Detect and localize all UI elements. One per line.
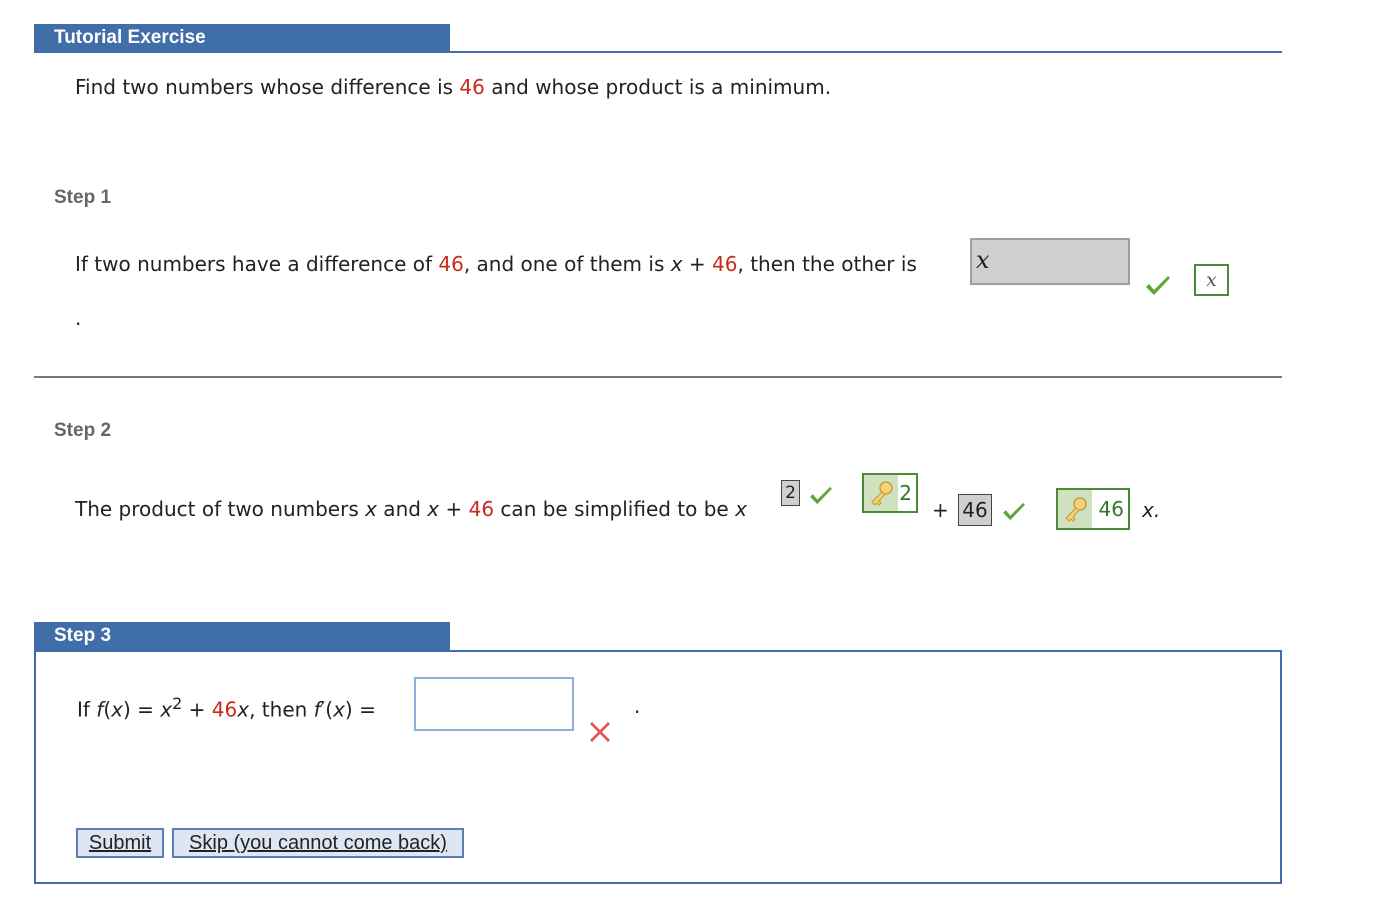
step1-number-1: 46 — [438, 252, 464, 276]
step3-period: . — [634, 694, 641, 718]
problem-statement: Find two numbers whose difference is 46 … — [75, 74, 831, 100]
step1-question: If two numbers have a difference of 46, … — [75, 251, 917, 277]
answer-key-value: 2 — [899, 481, 912, 505]
step3-exponent: 2 — [172, 694, 183, 713]
step3-label: Step 3 — [54, 625, 112, 646]
step3-text-7: ) = — [344, 697, 376, 722]
step3-text-6: ′( — [320, 697, 334, 722]
derivative-answer-input[interactable] — [414, 677, 574, 731]
answer-key-box[interactable]: 2 — [862, 473, 918, 513]
step3-var-4: x — [333, 697, 345, 722]
step2-var-2: x — [427, 497, 440, 521]
problem-text-1: Find two numbers whose difference is — [75, 75, 460, 99]
step2-number: 46 — [468, 497, 495, 521]
step2-var-1: x — [365, 497, 377, 521]
step3-text-1: If — [77, 697, 97, 722]
math-preview-button[interactable]: x — [1194, 264, 1229, 296]
coefficient-answer-value: 46 — [962, 498, 988, 522]
problem-text-2: and whose product is a minimum. — [484, 75, 832, 99]
step1-text-2: , and one of them is — [463, 252, 671, 276]
step1-text-3: + — [682, 252, 713, 276]
key-icon — [864, 475, 898, 511]
tutorial-header-tab: Tutorial Exercise — [34, 24, 450, 52]
answer-key-box[interactable]: 46 — [1056, 488, 1130, 530]
step3-func-2: f — [313, 697, 321, 722]
check-icon — [1001, 502, 1027, 522]
step1-period: . — [75, 306, 82, 330]
header-title: Tutorial Exercise — [54, 27, 206, 48]
plus-sign: + — [932, 498, 949, 522]
step2-tail: x. — [1142, 498, 1161, 522]
problem-number: 46 — [459, 75, 485, 99]
step3-text-3: ) = — [123, 697, 161, 722]
step1-text-4: , then the other is — [737, 252, 917, 276]
coefficient-answer-field[interactable]: 46 — [958, 494, 992, 526]
step1-answer-value: x — [976, 246, 990, 274]
step2-text-4: can be simplified to be — [494, 497, 736, 521]
step3-var-2: x — [160, 697, 173, 722]
step3-question: If f(x) = x2 + 46x, then f′(x) = — [77, 691, 376, 723]
step3-tab: Step 3 — [34, 622, 450, 650]
check-icon — [808, 486, 834, 506]
step2-text-1: The product of two numbers — [75, 497, 366, 521]
step2-question: The product of two numbers x and x + 46 … — [75, 496, 747, 522]
step2-var-3: x — [735, 497, 747, 521]
answer-key-value: 46 — [1098, 497, 1124, 521]
step1-answer-field[interactable]: x — [970, 238, 1130, 285]
step3-text-2: ( — [103, 697, 112, 722]
step2-text-3: + — [439, 497, 469, 521]
skip-button[interactable]: Skip (you cannot come back) — [172, 828, 464, 858]
step3-text-5: , then — [249, 697, 314, 722]
step-divider — [34, 376, 1282, 378]
step2-text-2: and — [376, 497, 428, 521]
exponent-answer-field[interactable]: 2 — [781, 480, 800, 506]
step1-label: Step 1 — [54, 187, 112, 208]
header-rule — [34, 51, 1282, 53]
step1-var: x — [670, 252, 683, 276]
step3-var-3: x — [237, 697, 250, 722]
key-icon — [1058, 490, 1092, 528]
submit-button[interactable]: Submit — [76, 828, 164, 858]
step2-label: Step 2 — [54, 420, 112, 441]
step3-text-4: + — [182, 697, 212, 722]
step3-number: 46 — [211, 697, 238, 722]
exponent-answer-value: 2 — [785, 483, 796, 503]
step1-number-2: 46 — [712, 252, 738, 276]
step1-text-1: If two numbers have a difference of — [75, 252, 439, 276]
check-icon — [1144, 275, 1172, 297]
math-preview-label: x — [1206, 269, 1217, 291]
incorrect-x-icon — [588, 720, 612, 744]
step3-var-1: x — [111, 697, 123, 722]
